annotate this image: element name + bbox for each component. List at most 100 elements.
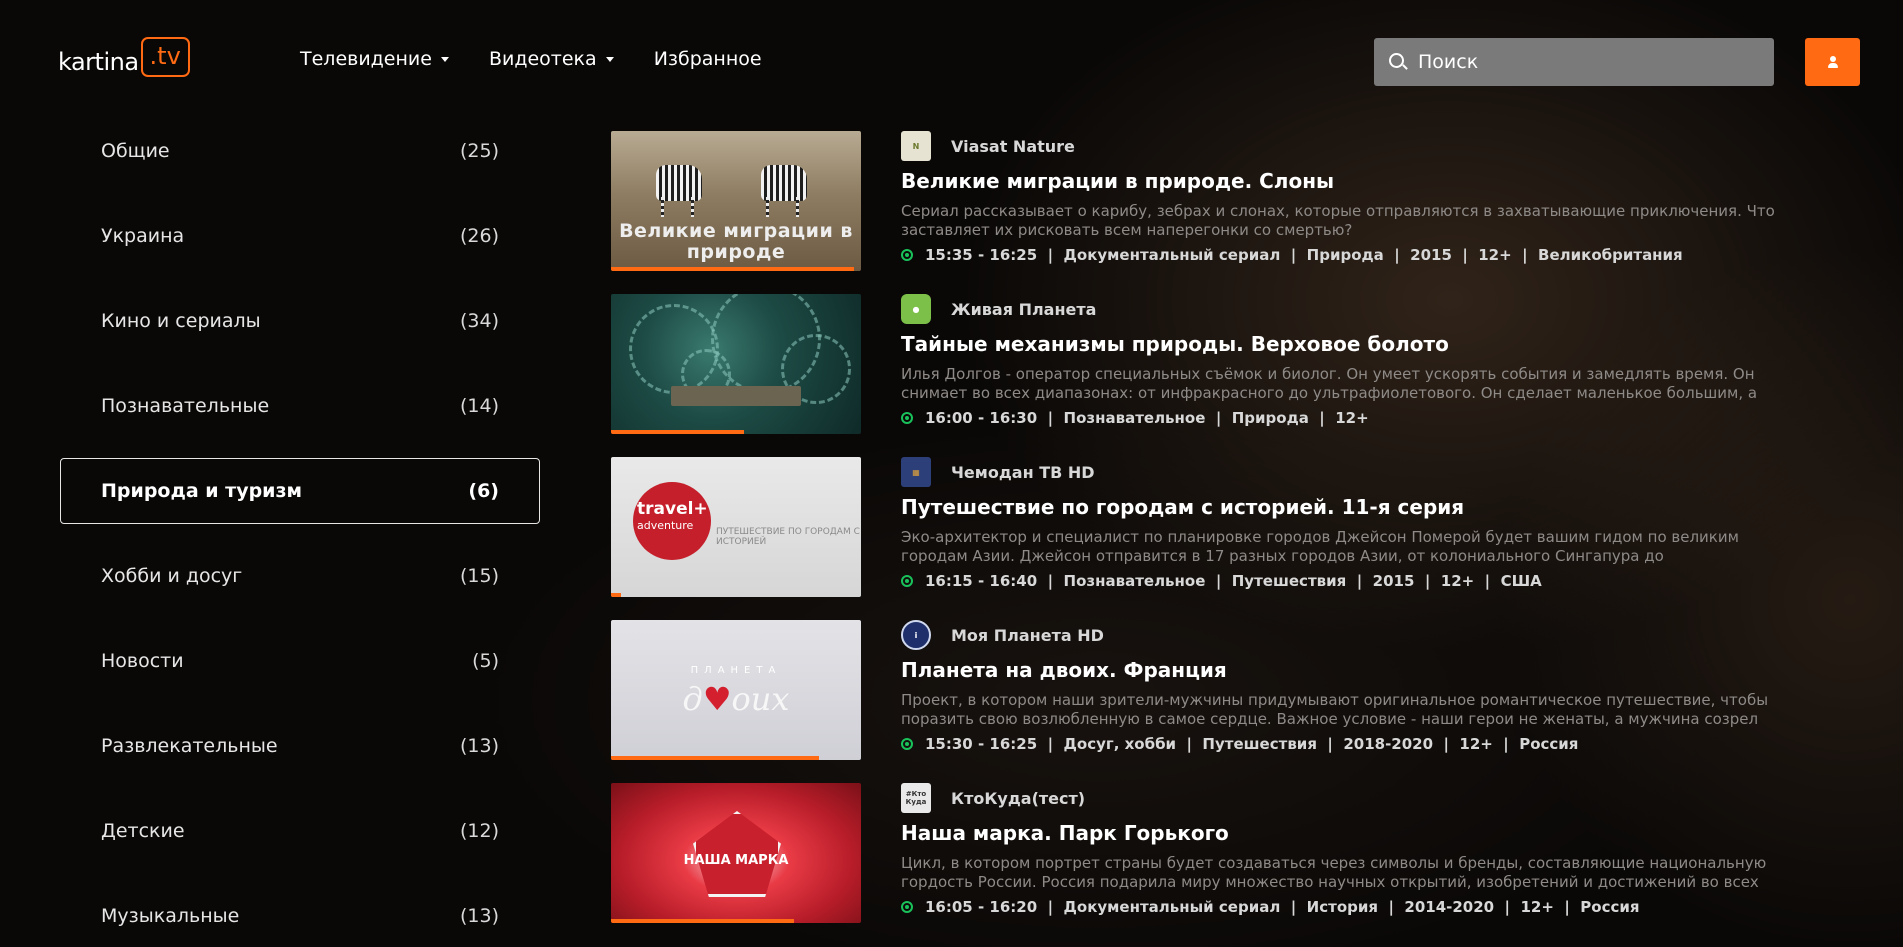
program-title[interactable]: Наша марка. Парк Горького	[901, 821, 1781, 845]
channel-name[interactable]: Моя Планета HD	[951, 626, 1104, 645]
category-label: Познавательные	[101, 395, 270, 417]
program-meta-text: 16:05 - 16:20 | Документальный сериал | …	[925, 898, 1640, 916]
category-item[interactable]: Новости (5)	[60, 628, 540, 694]
program-meta: 16:05 - 16:20 | Документальный сериал | …	[901, 898, 1781, 916]
program-meta: 15:35 - 16:25 | Документальный сериал | …	[901, 246, 1781, 264]
category-label: Детские	[101, 820, 185, 842]
channel-logo[interactable]: i	[901, 620, 931, 650]
program-card: Великие миграции в природе N Viasat Natu…	[611, 131, 1811, 271]
progress-bar	[611, 919, 794, 923]
logo-wordmark: kartina	[58, 48, 139, 76]
program-card: НАША МАРКА #Кто Куда КтоКуда(тест) Наша м…	[611, 783, 1811, 923]
thumbnail-brand: travel+ adventure	[637, 499, 708, 533]
program-meta-text: 15:30 - 16:25 | Досуг, хобби | Путешеств…	[925, 735, 1579, 753]
category-item[interactable]: Хобби и досуг (15)	[60, 543, 540, 609]
category-count: (12)	[459, 820, 499, 842]
progress-bar	[611, 756, 819, 760]
heart-icon: ♥	[702, 680, 732, 718]
program-meta: 15:30 - 16:25 | Досуг, хобби | Путешеств…	[901, 735, 1781, 753]
program-title[interactable]: Путешествие по городам с историей. 11-я …	[901, 495, 1781, 519]
program-description: Илья Долгов - оператор специальных съёмо…	[901, 365, 1758, 402]
category-count: (25)	[459, 140, 499, 162]
category-count: (14)	[459, 395, 499, 417]
user-account-button[interactable]	[1805, 38, 1860, 86]
progress-bar	[611, 267, 854, 271]
program-info: ▦ Чемодан ТВ HD Путешествие по городам с…	[901, 457, 1781, 597]
category-item[interactable]: Музыкальные (13)	[60, 883, 540, 947]
program-description: Цикл, в котором портрет страны будет соз…	[901, 854, 1767, 891]
program-description: Сериал рассказывает о карибу, зебрах и с…	[901, 202, 1775, 239]
category-count: (5)	[472, 650, 499, 672]
logo-tv-badge: .tv	[140, 37, 190, 77]
channel-logo[interactable]: #Кто Куда	[901, 783, 931, 813]
channel-logo[interactable]: ●	[901, 294, 931, 324]
header: kartina .tv Телевидение Видеотека Избранн…	[0, 0, 1903, 124]
program-card: travel+ adventure ПУТЕШЕСТВИЕ ПО ГОРОДАМ …	[611, 457, 1811, 597]
category-item[interactable]: Кино и сериалы (34)	[60, 288, 540, 354]
category-count: (15)	[459, 565, 499, 587]
channel-row: i Моя Планета HD	[901, 620, 1781, 650]
category-item[interactable]: Детские (12)	[60, 798, 540, 864]
channel-name[interactable]: Чемодан ТВ HD	[951, 463, 1095, 482]
nav-television[interactable]: Телевидение	[300, 48, 449, 70]
channel-logo[interactable]: ▦	[901, 457, 931, 487]
program-thumbnail[interactable]: ПЛАНЕТА д♥оих	[611, 620, 861, 760]
main-nav: Телевидение Видеотека Избранное	[300, 48, 762, 70]
channel-row: ● Живая Планета	[901, 294, 1781, 324]
program-meta-text: 16:00 - 16:30 | Познавательное | Природа…	[925, 409, 1369, 427]
program-title[interactable]: Тайные механизмы природы. Верховое болот…	[901, 332, 1781, 356]
progress-bar	[611, 593, 621, 597]
channel-row: N Viasat Nature	[901, 131, 1781, 161]
category-count: (6)	[468, 480, 499, 502]
zebra-image	[656, 165, 702, 201]
caret-down-icon	[605, 56, 614, 62]
category-item[interactable]: Украина (26)	[60, 203, 540, 269]
channel-logo[interactable]: N	[901, 131, 931, 161]
channel-name[interactable]: Живая Планета	[951, 300, 1096, 319]
program-thumbnail[interactable]: НАША МАРКА	[611, 783, 861, 923]
logo[interactable]: kartina .tv	[58, 37, 190, 83]
live-indicator-icon	[901, 901, 913, 913]
nav-favorites-label: Избранное	[653, 48, 762, 70]
channel-name[interactable]: КтоКуда(тест)	[951, 789, 1085, 808]
program-info: i Моя Планета HD Планета на двоих. Франц…	[901, 620, 1781, 760]
nav-television-label: Телевидение	[300, 48, 432, 70]
program-card: ПЛАНЕТА д♥оих i Моя Планета HD Планета н…	[611, 620, 1811, 760]
nav-video-library-label: Видеотека	[488, 48, 597, 70]
thumbnail-caption-top: ПЛАНЕТА	[690, 665, 782, 676]
program-thumbnail[interactable]: Великие миграции в природе	[611, 131, 861, 271]
thumbnail-subtitle: ПУТЕШЕСТВИЕ ПО ГОРОДАМ С ИСТОРИЕЙ	[716, 527, 860, 547]
user-icon	[1827, 56, 1839, 68]
live-indicator-icon	[901, 738, 913, 750]
category-sidebar: Общие (25) Украина (26) Кино и сериалы (34)…	[60, 118, 540, 947]
nav-video-library[interactable]: Видеотека	[489, 48, 614, 70]
channel-row: #Кто Куда КтоКуда(тест)	[901, 783, 1781, 813]
category-count: (13)	[459, 735, 499, 757]
program-info: ● Живая Планета Тайные механизмы природы…	[901, 294, 1781, 434]
program-card: ● Живая Планета Тайные механизмы природы…	[611, 294, 1811, 434]
category-label: Природа и туризм	[101, 480, 303, 502]
program-meta: 16:15 - 16:40 | Познавательное | Путешес…	[901, 572, 1781, 590]
category-label: Новости	[101, 650, 184, 672]
live-indicator-icon	[901, 249, 913, 261]
program-meta-text: 16:15 - 16:40 | Познавательное | Путешес…	[925, 572, 1542, 590]
program-meta-text: 15:35 - 16:25 | Документальный сериал | …	[925, 246, 1683, 264]
live-indicator-icon	[901, 575, 913, 587]
nav-favorites[interactable]: Избранное	[654, 48, 762, 70]
category-item-active[interactable]: Природа и туризм (6)	[60, 458, 540, 524]
program-thumbnail[interactable]	[611, 294, 861, 434]
channel-name[interactable]: Viasat Nature	[951, 137, 1075, 156]
category-item[interactable]: Общие (25)	[60, 118, 540, 184]
program-title[interactable]: Планета на двоих. Франция	[901, 658, 1781, 682]
thumbnail-caption: Великие миграции в природе	[619, 220, 853, 263]
category-label: Украина	[101, 225, 185, 247]
program-title[interactable]: Великие миграции в природе. Слоны	[901, 169, 1781, 193]
category-item[interactable]: Познавательные (14)	[60, 373, 540, 439]
program-list: Великие миграции в природе N Viasat Natu…	[611, 131, 1811, 946]
search-box[interactable]	[1374, 38, 1774, 86]
program-thumbnail[interactable]: travel+ adventure ПУТЕШЕСТВИЕ ПО ГОРОДАМ …	[611, 457, 861, 597]
live-indicator-icon	[901, 412, 913, 424]
search-input[interactable]	[1418, 51, 1758, 73]
category-label: Общие	[101, 140, 170, 162]
category-item[interactable]: Развлекательные (13)	[60, 713, 540, 779]
